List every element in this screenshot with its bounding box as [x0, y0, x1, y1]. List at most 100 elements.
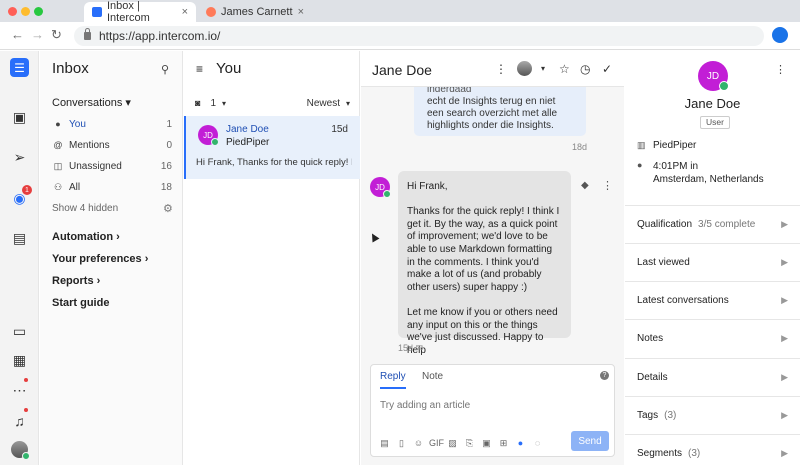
section-last-viewed[interactable]: Last viewed ▶ [625, 243, 800, 281]
articles-icon[interactable]: ▤ [11, 230, 28, 247]
close-tab-icon[interactable]: × [182, 6, 188, 18]
preferences-section[interactable]: Your preferences › [52, 253, 148, 265]
article-icon[interactable]: ▤ [378, 438, 391, 449]
list-filter-bar: ◙ 1 ▾ Newest ▾ [184, 93, 360, 113]
search-icon[interactable]: ⚲ [161, 63, 169, 76]
app-icon[interactable]: ▣ [480, 438, 493, 449]
close-conversation-check-icon[interactable]: ✓ [602, 62, 612, 76]
intercom-logo-icon[interactable]: ☰ [10, 58, 29, 77]
section-label: Automation [52, 231, 114, 243]
tag-icon[interactable]: ◆ [581, 180, 589, 191]
close-window-button[interactable] [8, 7, 17, 16]
user-role-badge: User [700, 116, 730, 129]
automation-section[interactable]: Automation › [52, 231, 120, 243]
contacts-icon[interactable]: ▣ [11, 109, 28, 126]
conversation-card[interactable]: JD Jane Doe 15d PiedPiper Hi Frank, Than… [184, 116, 360, 179]
send-button[interactable]: Send [571, 431, 609, 451]
inbox-item-count: 1 [166, 118, 172, 130]
list-title: You [216, 60, 242, 77]
composer-toolbar: ▤ ▯ ☺ GIF ▨ ⎘ ▣ ⊞ ● ◌ [378, 438, 544, 449]
more-vertical-icon[interactable]: ⋮ [495, 62, 507, 76]
user-details-panel: ⋮ JD Jane Doe User ▥ PiedPiper ● 4:01PM … [625, 51, 800, 465]
close-tab-icon[interactable]: × [298, 6, 304, 18]
reports-section[interactable]: Reports › [52, 275, 100, 287]
reload-icon[interactable]: ↻ [51, 28, 62, 42]
inbox-item-unassigned[interactable]: ◫ Unassigned 16 [52, 159, 172, 173]
snooze-clock-icon[interactable]: ◷ [580, 62, 590, 76]
sort-select[interactable]: Newest [307, 98, 340, 109]
inbox-item-you[interactable]: ● You 1 [52, 117, 172, 131]
url-field[interactable]: https://app.intercom.io/ [74, 26, 764, 46]
saved-reply-icon[interactable]: ▯ [395, 438, 408, 449]
inbox-item-label: Mentions [69, 139, 110, 151]
start-guide-section[interactable]: Start guide [52, 297, 109, 309]
more-vertical-icon[interactable]: ⋮ [775, 63, 786, 76]
tab-reply[interactable]: Reply [380, 371, 406, 389]
section-latest-conversations[interactable]: Latest conversations ▶ [625, 281, 800, 319]
tab-title: Inbox | Intercom [107, 0, 150, 24]
avatar: JD [370, 177, 391, 198]
admin-avatar[interactable] [11, 441, 30, 460]
gear-icon[interactable]: ⚙ [163, 202, 173, 215]
messages-icon[interactable]: ▭ [11, 323, 28, 340]
section-tags[interactable]: Tags (3) ▶ [625, 396, 800, 434]
at-icon: @ [53, 140, 63, 150]
section-qualification[interactable]: Qualification 3/5 complete ▶ [625, 205, 800, 243]
apps-grid-icon[interactable]: ⊞ [497, 438, 510, 449]
gif-icon[interactable]: GIF [429, 438, 444, 449]
attachment-icon[interactable]: ⎘ [463, 438, 476, 449]
outbound-icon[interactable]: ➢ [11, 149, 28, 166]
bell-notification-dot [24, 408, 28, 412]
browser-tab-inbox[interactable]: Inbox | Intercom × [84, 0, 196, 24]
browser-tab-bar: Inbox | Intercom × James Carnett × [0, 0, 800, 24]
open-count[interactable]: 1 [210, 98, 216, 109]
apps-notification-dot [24, 378, 28, 382]
section-label: Segments [637, 448, 683, 459]
inbox-item-mentions[interactable]: @ Mentions 0 [52, 138, 172, 152]
more-apps-icon[interactable]: ⋯ [11, 382, 28, 399]
inbox-item-all[interactable]: ⚇ All 18 [52, 180, 172, 194]
section-segments[interactable]: Segments (3) ▶ [625, 434, 800, 465]
more-vertical-icon[interactable]: ⋮ [602, 179, 613, 192]
section-details[interactable]: Details ▶ [625, 358, 800, 396]
help-icon[interactable]: ? [600, 371, 609, 380]
chevron-down-icon[interactable]: ▾ [346, 99, 350, 108]
browser-tab-contact[interactable]: James Carnett × [198, 2, 312, 22]
conversations-header[interactable]: Conversations ▾ [52, 96, 131, 109]
custom-bot-icon[interactable]: ◌ [531, 438, 544, 449]
star-icon[interactable]: ☆ [559, 62, 570, 76]
section-label: Start guide [52, 297, 110, 309]
forward-arrow-icon[interactable]: → [31, 28, 44, 42]
reports-icon[interactable]: ▦ [11, 352, 28, 369]
chevron-right-icon: ▶ [781, 257, 788, 267]
show-hidden-link[interactable]: Show 4 hidden [52, 203, 118, 214]
unread-badge: 1 [22, 185, 32, 195]
section-label: Latest conversations [637, 295, 729, 306]
location-text: Amsterdam, Netherlands [653, 174, 764, 185]
assignee-avatar[interactable] [517, 61, 532, 76]
profile-avatar[interactable] [772, 27, 788, 43]
back-arrow-icon[interactable]: ← [11, 28, 24, 42]
image-icon[interactable]: ▨ [446, 438, 459, 449]
minimize-window-button[interactable] [21, 7, 30, 16]
emoji-icon[interactable]: ☺ [412, 438, 425, 449]
reply-input[interactable] [380, 400, 580, 411]
menu-icon[interactable]: ≡ [196, 62, 203, 76]
conversation-company: PiedPiper [226, 137, 270, 148]
reply-composer: Reply Note ? ▤ ▯ ☺ GIF ▨ ⎘ ▣ ⊞ ● ◌ Send [370, 364, 615, 457]
chevron-down-icon[interactable]: ▾ [222, 99, 226, 108]
user-local-time: ● 4:01PM in Amsterdam, Netherlands [637, 160, 764, 186]
section-label: Tags [637, 410, 659, 421]
inbox-tray-icon[interactable]: ◙ [195, 98, 200, 108]
conversation-name: Jane Doe [226, 124, 269, 135]
section-notes[interactable]: Notes ▶ [625, 319, 800, 357]
tab-note[interactable]: Note [422, 371, 443, 382]
chevron-right-icon: ▶ [781, 410, 788, 420]
maximize-window-button[interactable] [34, 7, 43, 16]
notifications-bell-icon[interactable]: ♫ [11, 412, 28, 429]
chevron-right-icon: ▶ [781, 219, 788, 229]
chevron-down-icon[interactable]: ▾ [541, 64, 545, 73]
integration-icon[interactable]: ● [514, 438, 527, 449]
chevron-right-icon: ▶ [781, 448, 788, 458]
inbox-item-count: 16 [160, 160, 172, 172]
